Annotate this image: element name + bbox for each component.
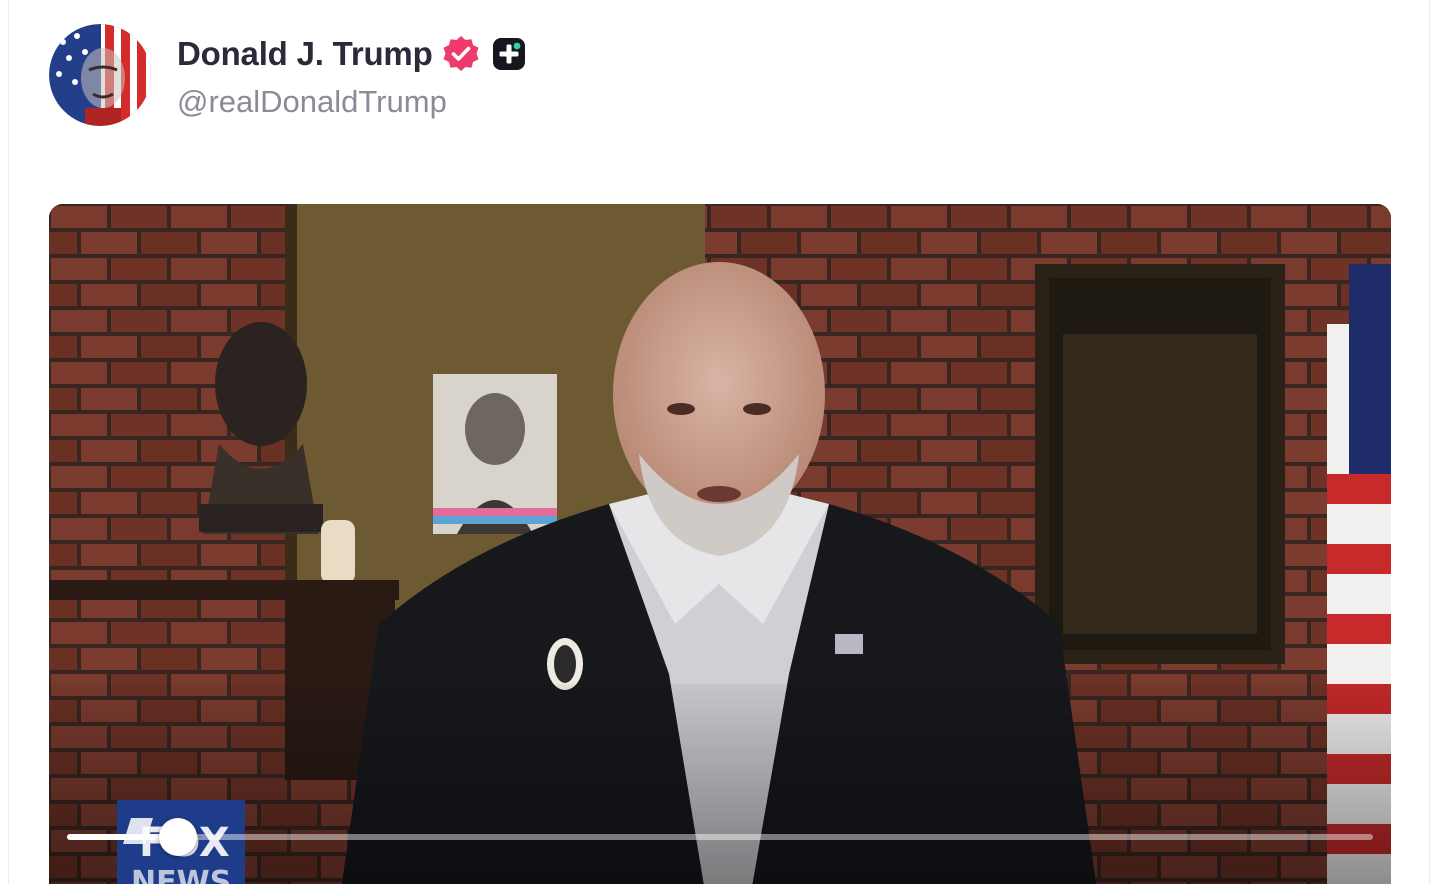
avatar[interactable] bbox=[49, 24, 151, 126]
scrubber-track[interactable] bbox=[67, 834, 1373, 840]
author-name[interactable]: Donald J. Trump bbox=[177, 35, 433, 73]
author-name-row: Donald J. Trump bbox=[177, 30, 527, 78]
author-handle[interactable]: @realDonaldTrump bbox=[177, 84, 527, 120]
post-header: Donald J. Trump @realDonaldTrump bbox=[49, 20, 527, 130]
author-identity: Donald J. Trump @realDonaldTrump bbox=[177, 30, 527, 120]
scrubber-thumb[interactable] bbox=[159, 818, 197, 856]
plus-badge-icon bbox=[492, 38, 525, 70]
avatar-image bbox=[49, 24, 151, 126]
framed-document bbox=[1035, 264, 1285, 664]
framed-portrait bbox=[433, 374, 557, 534]
video-scrubber[interactable] bbox=[67, 818, 1373, 856]
verified-badge-icon bbox=[443, 36, 479, 71]
network-logo-bottom: NEWS bbox=[131, 865, 231, 884]
video-player[interactable]: FOX NEWS bbox=[49, 204, 1391, 884]
post-card: Donald J. Trump @realDonaldTrump NEWS bbox=[8, 0, 1430, 884]
video-frame: FOX NEWS bbox=[49, 204, 1391, 884]
